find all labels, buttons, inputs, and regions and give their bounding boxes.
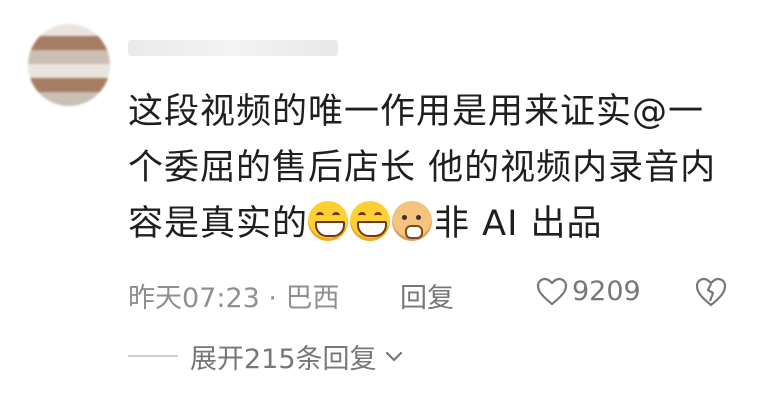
divider <box>128 355 178 357</box>
comment-line-3: 容是真实的 非 AI 出品 <box>128 196 748 252</box>
chevron-down-icon <box>385 351 402 362</box>
username[interactable] <box>128 40 338 56</box>
time-location: 昨天07:23 · 巴西 <box>128 283 340 314</box>
comment-line-1: 这段视频的唯一作用是用来证实@一 <box>128 92 705 132</box>
grin-emoji <box>350 201 391 241</box>
comment-line-3-suffix: 非 AI 出品 <box>434 204 603 244</box>
like-count: 9209 <box>572 276 641 307</box>
expand-replies-label: 展开215条回复 <box>190 343 377 375</box>
heart-icon <box>536 277 568 305</box>
comment-line-2: 个委屈的售后店长 他的视频内录音内 <box>128 148 717 188</box>
grin-emoji <box>308 201 349 241</box>
comment-text: 这段视频的唯一作用是用来证实@一 个委屈的售后店长 他的视频内录音内 容是真实的… <box>128 84 748 252</box>
comment-line-3-text: 容是真实的 <box>128 204 309 244</box>
like-button[interactable]: 9209 <box>536 276 641 307</box>
expand-replies-button[interactable]: 展开215条回复 <box>128 338 528 375</box>
doge-emoji <box>392 201 433 241</box>
comment-meta: 昨天07:23 · 巴西 回复 9209 <box>128 275 738 314</box>
broken-heart-icon[interactable] <box>694 275 728 309</box>
avatar[interactable] <box>28 24 110 106</box>
reply-button[interactable]: 回复 <box>400 276 454 315</box>
